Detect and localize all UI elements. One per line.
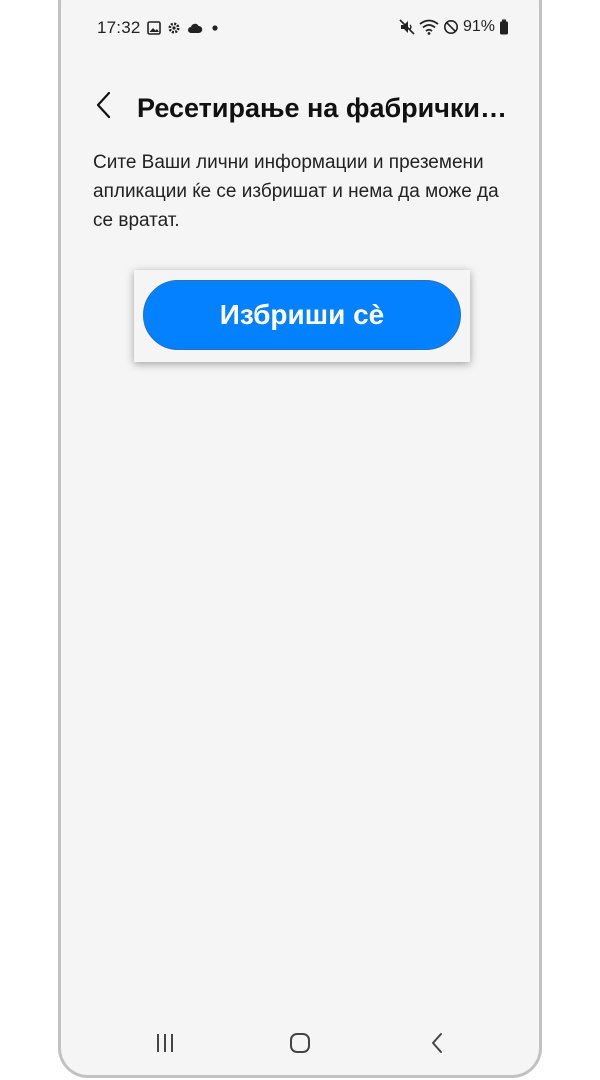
status-left: 17:32: [97, 18, 221, 38]
mute-vibrate-icon: [399, 19, 415, 35]
do-not-disturb-icon: [443, 19, 459, 35]
home-button[interactable]: [280, 1029, 320, 1061]
chevron-left-icon: [94, 90, 114, 125]
home-icon: [288, 1031, 312, 1060]
phone-screen: 17:32 91% Ресетирање на фабричкит… Сите …: [58, 0, 542, 1078]
dot-icon: [209, 22, 221, 34]
app-header: Ресетирање на фабричкит…: [61, 88, 539, 128]
back-button[interactable]: [89, 90, 119, 124]
gear-icon: [167, 21, 181, 35]
gallery-icon: [146, 21, 161, 35]
back-icon: [428, 1031, 446, 1060]
navigation-bar: [61, 1029, 539, 1061]
status-time: 17:32: [97, 18, 141, 37]
recent-apps-button[interactable]: [145, 1029, 185, 1061]
reset-description: Сите Ваши лични информации и преземени а…: [93, 152, 499, 231]
cloud-icon: [187, 22, 203, 34]
battery-percent: 91%: [462, 18, 495, 35]
recent-apps-icon: [154, 1032, 176, 1059]
page-title: Ресетирање на фабричкит…: [137, 93, 517, 123]
wifi-icon: [419, 19, 439, 35]
nav-back-button[interactable]: [417, 1029, 457, 1061]
delete-button-card: Избриши сè: [134, 270, 470, 362]
status-right: 91%: [399, 18, 509, 36]
delete-all-button[interactable]: Избриши сè: [143, 280, 461, 350]
battery-icon: [499, 19, 509, 35]
status-bar: 17:32 91%: [61, 14, 539, 42]
